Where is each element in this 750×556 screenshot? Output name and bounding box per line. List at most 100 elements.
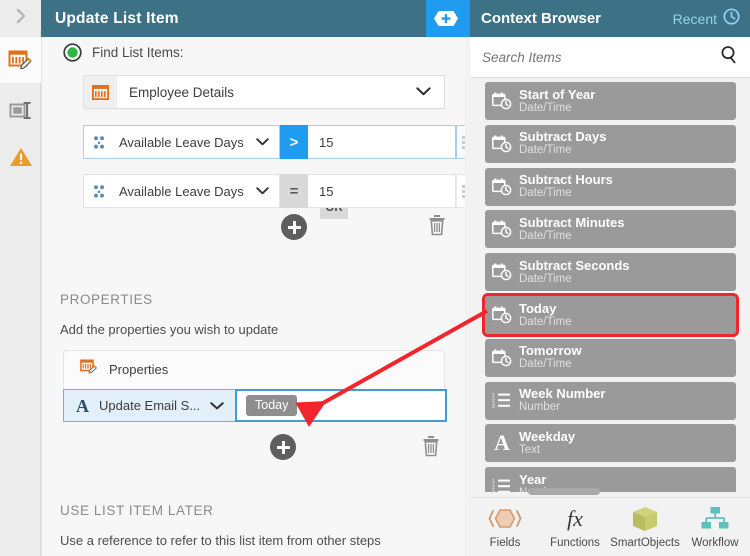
footer-tab-functions[interactable]: fx Functions [540,498,610,549]
chevron-down-icon [416,83,431,101]
horizontal-scrollbar[interactable] [528,488,600,495]
svg-text:fx: fx [567,506,583,531]
list-selector-dropdown[interactable]: Employee Details [83,75,445,109]
search-input[interactable] [482,49,720,65]
use-later-section-subtitle: Use a reference to refer to this list it… [60,533,381,548]
footer-tab-workflow[interactable]: Workflow [680,498,750,549]
context-item-type: Date/Time [519,358,572,371]
list-selector-value: Employee Details [129,84,235,100]
rail-item-text-input[interactable] [0,88,41,134]
condition-row[interactable]: Available Leave Days = 15 [83,174,465,208]
context-browser-header: Context Browser Recent [470,0,750,37]
context-item[interactable]: Subtract Seconds Date/Time [485,253,736,292]
left-icon-rail [0,31,41,556]
context-item-name: Subtract Days [519,129,607,145]
condition-row[interactable]: Available Leave Days > 15 [83,125,465,159]
context-item[interactable]: Subtract Days Date/Time [485,124,736,163]
delete-conditions-button[interactable] [427,214,447,241]
delete-properties-button[interactable] [421,435,441,462]
context-item-name: Tomorrow [519,343,582,359]
trash-icon [429,215,445,236]
condition-field-name: Available Leave Days [119,183,244,199]
datetime-icon [485,220,519,238]
step-header: Update List Item [41,0,426,37]
datetime-icon [485,263,519,281]
footer-tab-label: Workflow [691,537,739,549]
context-browser-title: Context Browser [481,10,602,27]
add-condition-button[interactable] [281,214,307,240]
context-item[interactable]: Today Date/Time [482,293,739,337]
chevron-down-icon [210,397,224,415]
rail-item-list-edit[interactable] [0,37,41,83]
context-item-type: Date/Time [519,101,572,114]
condition-operator-button[interactable]: = [280,174,308,208]
property-value-chip[interactable]: Today [246,395,298,416]
text-type-icon: A [76,395,89,416]
footer-tab-smartobjects[interactable]: SmartObjects [610,498,680,549]
property-value-dropzone[interactable]: Today [235,389,447,422]
fx-icon: fx [567,506,583,531]
text-input-icon [9,102,31,119]
context-item[interactable]: 1 2 3 Week Number Number [485,381,736,420]
rail-item-warning[interactable] [0,134,41,180]
context-items-list[interactable]: Start of Year Date/Time Subtract Days Date/… [470,78,750,492]
page-title: Update List Item [55,9,179,27]
datetime-icon [485,306,519,324]
collapse-panel-button[interactable] [0,0,41,31]
app-root: Update List Item Find List Items: Employ… [0,0,750,556]
svg-text:3: 3 [492,404,495,409]
context-item-type: Date/Time [519,315,572,328]
condition-operator-button[interactable]: > [280,125,308,159]
footer-tab-label: Fields [489,537,521,549]
context-browser-panel: Context Browser Recent Start of YearDate… [465,0,750,556]
list-edit-icon [8,50,32,70]
magnifier-icon[interactable] [720,45,739,69]
trash-icon [423,436,439,457]
context-browser-footer: Fields fx Functions SmartObjects Workflo… [470,497,750,556]
chevron-down-icon [256,133,269,151]
step-configuration-canvas: Find List Items: Employee Details Availa… [41,37,465,556]
green-circle-icon [63,43,82,62]
context-item-type: Date/Time [519,144,572,157]
context-item[interactable]: Subtract Minutes Date/Time [485,210,736,249]
number-list-icon: 123 [485,478,519,492]
context-item[interactable]: Start of Year Date/Time [485,82,736,120]
drag-handle-icon[interactable] [456,174,465,208]
footer-tab-fields[interactable]: Fields [470,498,540,549]
datetime-icon [485,92,519,110]
condition-value-text: 15 [319,183,334,199]
property-name-dropdown[interactable]: A Update Email S... [63,389,235,422]
footer-tab-label: SmartObjects [610,537,680,549]
context-item-type: Text [519,443,541,456]
context-item-name: Subtract Seconds [519,257,630,273]
number-icon [93,184,111,199]
property-mapping-row[interactable]: A Update Email S... Today [63,389,447,422]
context-item-name: Subtract Hours [519,172,613,188]
context-item[interactable]: Subtract Hours Date/Time [485,167,736,206]
context-item-name: Start of Year [519,86,596,102]
property-name-value: Update Email S... [99,398,201,413]
condition-field-dropdown[interactable]: Available Leave Days [83,125,280,159]
context-item[interactable]: 123YearNumber [485,467,736,492]
fields-hexagon-icon [488,509,522,528]
condition-field-dropdown[interactable]: Available Leave Days [83,174,280,208]
clock-icon[interactable] [723,7,740,30]
context-item[interactable]: Tomorrow Date/Time [485,338,736,377]
context-item-type: Date/Time [519,272,572,285]
search-bar[interactable] [470,37,750,78]
context-item[interactable]: A Weekday Text [485,424,736,463]
find-list-items-header: Find List Items: [63,43,184,62]
text-a-icon: A [494,430,510,456]
add-property-button[interactable] [270,434,296,460]
drag-handle-icon[interactable] [456,125,465,159]
footer-tab-label: Functions [550,537,600,549]
condition-value-input[interactable]: 15 [308,174,456,208]
chevron-right-icon [16,8,25,23]
add-step-button[interactable] [426,0,465,37]
condition-field-name: Available Leave Days [119,134,244,150]
condition-value-input[interactable]: 15 [308,125,456,159]
recent-link[interactable]: Recent [673,11,717,27]
number-list-icon: 123 [485,392,519,409]
context-item-type: Number [519,401,560,414]
datetime-icon [485,349,519,367]
